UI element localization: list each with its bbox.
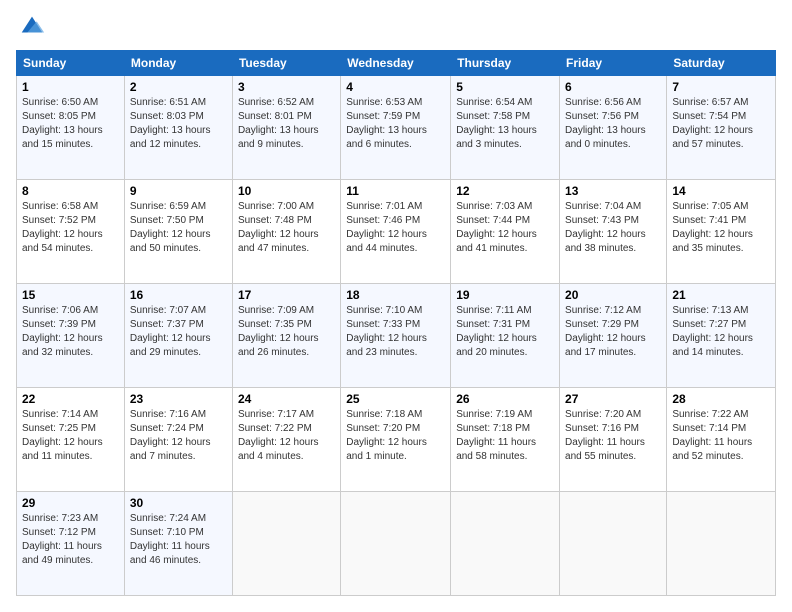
calendar-table: Sunday Monday Tuesday Wednesday Thursday… <box>16 50 776 596</box>
table-row: 14Sunrise: 7:05 AMSunset: 7:41 PMDayligh… <box>667 180 776 284</box>
table-row <box>667 492 776 596</box>
table-row: 6Sunrise: 6:56 AMSunset: 7:56 PMDaylight… <box>560 76 667 180</box>
table-row: 25Sunrise: 7:18 AMSunset: 7:20 PMDayligh… <box>341 388 451 492</box>
table-row: 11Sunrise: 7:01 AMSunset: 7:46 PMDayligh… <box>341 180 451 284</box>
table-row: 20Sunrise: 7:12 AMSunset: 7:29 PMDayligh… <box>560 284 667 388</box>
logo <box>16 16 46 40</box>
table-row: 23Sunrise: 7:16 AMSunset: 7:24 PMDayligh… <box>124 388 232 492</box>
table-row: 22Sunrise: 7:14 AMSunset: 7:25 PMDayligh… <box>17 388 125 492</box>
table-row: 4Sunrise: 6:53 AMSunset: 7:59 PMDaylight… <box>341 76 451 180</box>
table-row <box>341 492 451 596</box>
calendar-week-1: 1Sunrise: 6:50 AMSunset: 8:05 PMDaylight… <box>17 76 776 180</box>
table-row: 15Sunrise: 7:06 AMSunset: 7:39 PMDayligh… <box>17 284 125 388</box>
table-row: 10Sunrise: 7:00 AMSunset: 7:48 PMDayligh… <box>232 180 340 284</box>
table-row: 26Sunrise: 7:19 AMSunset: 7:18 PMDayligh… <box>451 388 560 492</box>
calendar-week-4: 22Sunrise: 7:14 AMSunset: 7:25 PMDayligh… <box>17 388 776 492</box>
table-row: 18Sunrise: 7:10 AMSunset: 7:33 PMDayligh… <box>341 284 451 388</box>
table-row: 2Sunrise: 6:51 AMSunset: 8:03 PMDaylight… <box>124 76 232 180</box>
col-tuesday: Tuesday <box>232 51 340 76</box>
table-row: 16Sunrise: 7:07 AMSunset: 7:37 PMDayligh… <box>124 284 232 388</box>
col-monday: Monday <box>124 51 232 76</box>
col-friday: Friday <box>560 51 667 76</box>
table-row: 21Sunrise: 7:13 AMSunset: 7:27 PMDayligh… <box>667 284 776 388</box>
table-row: 3Sunrise: 6:52 AMSunset: 8:01 PMDaylight… <box>232 76 340 180</box>
table-row <box>560 492 667 596</box>
header <box>16 16 776 40</box>
table-row <box>232 492 340 596</box>
table-row: 7Sunrise: 6:57 AMSunset: 7:54 PMDaylight… <box>667 76 776 180</box>
table-row: 27Sunrise: 7:20 AMSunset: 7:16 PMDayligh… <box>560 388 667 492</box>
table-row: 8Sunrise: 6:58 AMSunset: 7:52 PMDaylight… <box>17 180 125 284</box>
col-saturday: Saturday <box>667 51 776 76</box>
logo-icon <box>18 12 46 40</box>
table-row: 9Sunrise: 6:59 AMSunset: 7:50 PMDaylight… <box>124 180 232 284</box>
table-row: 12Sunrise: 7:03 AMSunset: 7:44 PMDayligh… <box>451 180 560 284</box>
table-row: 19Sunrise: 7:11 AMSunset: 7:31 PMDayligh… <box>451 284 560 388</box>
table-row: 30Sunrise: 7:24 AMSunset: 7:10 PMDayligh… <box>124 492 232 596</box>
col-wednesday: Wednesday <box>341 51 451 76</box>
table-row: 5Sunrise: 6:54 AMSunset: 7:58 PMDaylight… <box>451 76 560 180</box>
col-sunday: Sunday <box>17 51 125 76</box>
table-row: 28Sunrise: 7:22 AMSunset: 7:14 PMDayligh… <box>667 388 776 492</box>
calendar-week-5: 29Sunrise: 7:23 AMSunset: 7:12 PMDayligh… <box>17 492 776 596</box>
table-row: 13Sunrise: 7:04 AMSunset: 7:43 PMDayligh… <box>560 180 667 284</box>
calendar-page: Sunday Monday Tuesday Wednesday Thursday… <box>0 0 792 612</box>
table-row: 29Sunrise: 7:23 AMSunset: 7:12 PMDayligh… <box>17 492 125 596</box>
header-row: Sunday Monday Tuesday Wednesday Thursday… <box>17 51 776 76</box>
table-row <box>451 492 560 596</box>
col-thursday: Thursday <box>451 51 560 76</box>
table-row: 1Sunrise: 6:50 AMSunset: 8:05 PMDaylight… <box>17 76 125 180</box>
table-row: 17Sunrise: 7:09 AMSunset: 7:35 PMDayligh… <box>232 284 340 388</box>
calendar-week-3: 15Sunrise: 7:06 AMSunset: 7:39 PMDayligh… <box>17 284 776 388</box>
table-row: 24Sunrise: 7:17 AMSunset: 7:22 PMDayligh… <box>232 388 340 492</box>
calendar-week-2: 8Sunrise: 6:58 AMSunset: 7:52 PMDaylight… <box>17 180 776 284</box>
